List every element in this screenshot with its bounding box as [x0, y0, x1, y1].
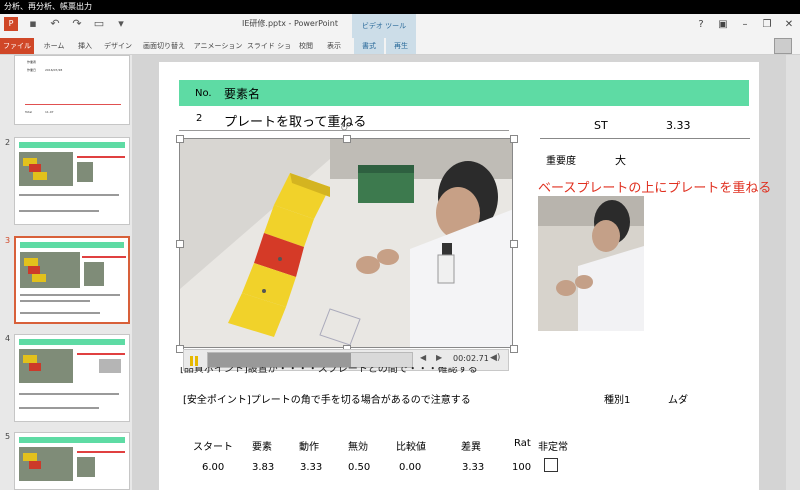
playback-time: 00:02.71	[453, 354, 489, 363]
column-header: 差異	[461, 442, 481, 453]
tab-slideshow[interactable]: スライド ショー	[246, 38, 292, 66]
header-bar	[179, 80, 749, 106]
thumb1-text: 作業者	[27, 60, 37, 64]
video-still-image	[180, 139, 512, 347]
slide-number: 5	[5, 432, 11, 441]
category-label: 種別1	[604, 395, 631, 406]
redo-icon[interactable]: ↷	[70, 17, 84, 31]
slide-number: 4	[5, 334, 11, 343]
slide-thumbnail-5[interactable]	[14, 432, 130, 490]
column-header: 動作	[299, 442, 319, 453]
tab-review[interactable]: 校閲	[294, 38, 318, 54]
element-number: 2	[196, 113, 203, 124]
quality-point-text-partial: [品質ポイント]設置が・・・・スプレートとの間で・・・確認する	[180, 367, 478, 375]
thumb1-text: Total	[25, 110, 33, 114]
tab-home[interactable]: ホーム	[38, 38, 70, 54]
selection-handle[interactable]	[176, 240, 184, 248]
tab-design[interactable]: デザイン	[100, 38, 136, 54]
slide-number: 3	[5, 236, 11, 245]
tab-transitions[interactable]: 画面切り替え	[138, 38, 190, 54]
selection-handle[interactable]	[176, 135, 184, 143]
table-cell: 3.83	[252, 462, 275, 473]
slide-thumbnail-2[interactable]	[14, 137, 130, 225]
slide-thumbnail-1[interactable]: 作業者 作業日 2016/07/28 Total 11.07	[14, 55, 130, 125]
help-icon[interactable]: ?	[690, 14, 712, 36]
tab-format[interactable]: 書式	[354, 38, 384, 54]
vertical-scrollbar[interactable]	[786, 55, 800, 490]
top-caption-bar: 分析、再分析、帳票出力	[0, 0, 800, 14]
table-cell: 3.33	[300, 462, 323, 473]
st-label: ST	[594, 119, 608, 132]
column-header: Rat	[514, 438, 531, 449]
importance-label: 重要度	[546, 156, 576, 167]
slide-thumbnail-3-selected[interactable]	[14, 236, 130, 324]
selection-handle[interactable]	[510, 345, 518, 353]
column-header: 要素	[252, 442, 272, 453]
step-back-icon[interactable]: ◀	[420, 353, 426, 362]
ribbon-display-icon[interactable]: ▣	[712, 14, 734, 36]
table-cell: 6.00	[202, 462, 225, 473]
slide-thumbnail-4[interactable]	[14, 334, 130, 422]
quick-access-toolbar: P ▪ ↶ ↷ ▭ ▾	[4, 17, 128, 31]
slide-number: 2	[5, 138, 11, 147]
table-cell: 0.00	[399, 462, 422, 473]
undo-icon[interactable]: ↶	[48, 17, 62, 31]
seek-bar-progress	[208, 353, 351, 367]
header-no-label: No.	[195, 88, 212, 99]
column-header: 非定常	[538, 442, 568, 453]
account-avatar-icon[interactable]	[774, 38, 792, 54]
detail-photo-image	[538, 196, 644, 331]
thumb1-text: 2016/07/28	[45, 68, 63, 72]
category-value: ムダ	[668, 395, 688, 406]
header-element-name-label: 要素名	[224, 87, 261, 101]
save-icon[interactable]: ▪	[26, 17, 40, 31]
column-header: 無効	[348, 442, 368, 453]
video-frame[interactable]	[179, 138, 513, 348]
tab-file[interactable]: ファイル	[0, 38, 34, 54]
column-header: 比較値	[396, 442, 426, 453]
table-cell: 3.33	[462, 462, 485, 473]
video-tools-group-header: ビデオ ツール	[352, 14, 416, 38]
thumb1-text: 作業日	[27, 68, 37, 72]
work-note: ベースプレートの上にプレートを重ねる	[538, 181, 772, 196]
rotate-handle-icon[interactable]: ↻	[340, 124, 352, 134]
importance-value: 大	[615, 154, 626, 167]
powerpoint-logo-icon: P	[4, 17, 18, 31]
tab-playback[interactable]: 再生	[386, 38, 416, 54]
pause-button[interactable]	[188, 353, 200, 367]
tab-animations[interactable]: アニメーション	[192, 38, 244, 54]
restore-icon[interactable]: ❐	[756, 14, 778, 36]
thumb1-text: 11.07	[45, 110, 54, 114]
safety-point-text: [安全ポイント]プレートの角で手を切る場合があるので注意する	[183, 395, 471, 406]
tab-insert[interactable]: 挿入	[72, 38, 98, 54]
customize-qat-icon[interactable]: ▾	[114, 17, 128, 31]
slideshow-start-icon[interactable]: ▭	[92, 17, 106, 31]
pause-icon	[190, 356, 198, 366]
column-header: スタート	[193, 442, 233, 453]
tab-view[interactable]: 表示	[320, 38, 348, 54]
st-value: 3.33	[666, 119, 691, 132]
close-icon[interactable]: ✕	[778, 14, 800, 36]
selection-handle[interactable]	[510, 135, 518, 143]
window-controls: ? ▣ – ❐ ✕	[690, 14, 800, 36]
irregular-checkbox[interactable]	[544, 458, 558, 472]
volume-icon[interactable]: ◀)	[490, 353, 500, 363]
table-cell: 100	[512, 462, 532, 473]
selection-handle[interactable]	[510, 240, 518, 248]
detail-photo	[538, 196, 644, 331]
divider	[540, 138, 750, 139]
minimize-icon[interactable]: –	[734, 14, 756, 36]
table-cell: 0.50	[348, 462, 371, 473]
selection-handle[interactable]	[343, 135, 351, 143]
step-forward-icon[interactable]: ▶	[436, 353, 442, 362]
